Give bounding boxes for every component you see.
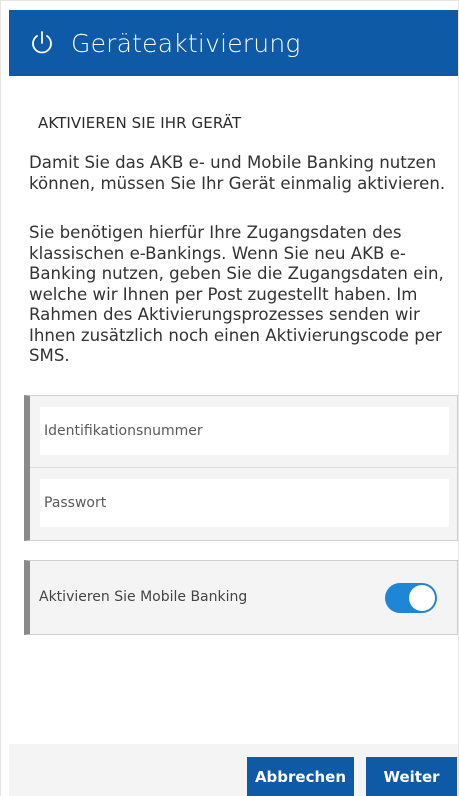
power-icon[interactable] — [29, 30, 55, 56]
page-title: Geräteaktivierung — [71, 28, 301, 58]
info-paragraph: Sie benötigen hierfür Ihre Zugangsdaten … — [29, 223, 444, 365]
header-bar: Geräteaktivierung — [9, 10, 458, 76]
password-field[interactable]: Passwort — [40, 479, 449, 527]
mobile-banking-label: Aktivieren Sie Mobile Banking — [39, 589, 248, 605]
app-window: Geräteaktivierung AKTIVIEREN SIE IHR GER… — [0, 0, 459, 796]
identification-number-placeholder: Identifikationsnummer — [44, 423, 203, 439]
mobile-banking-switch[interactable] — [385, 583, 437, 613]
identification-number-field[interactable]: Identifikationsnummer — [40, 407, 449, 455]
field-divider — [30, 467, 458, 468]
credentials-card: Identifikationsnummer Passwort — [24, 395, 458, 541]
section-title: AKTIVIEREN SIE IHR GERÄT — [38, 114, 242, 132]
intro-paragraph: Damit Sie das AKB e- und Mobile Banking … — [29, 153, 446, 193]
next-button[interactable]: Weiter — [366, 757, 457, 796]
password-placeholder: Passwort — [44, 495, 107, 511]
mobile-banking-toggle-card: Aktivieren Sie Mobile Banking — [24, 560, 458, 635]
switch-knob — [409, 585, 435, 611]
footer-bar: Abbrechen Weiter — [9, 744, 458, 796]
cancel-button[interactable]: Abbrechen — [247, 757, 354, 796]
